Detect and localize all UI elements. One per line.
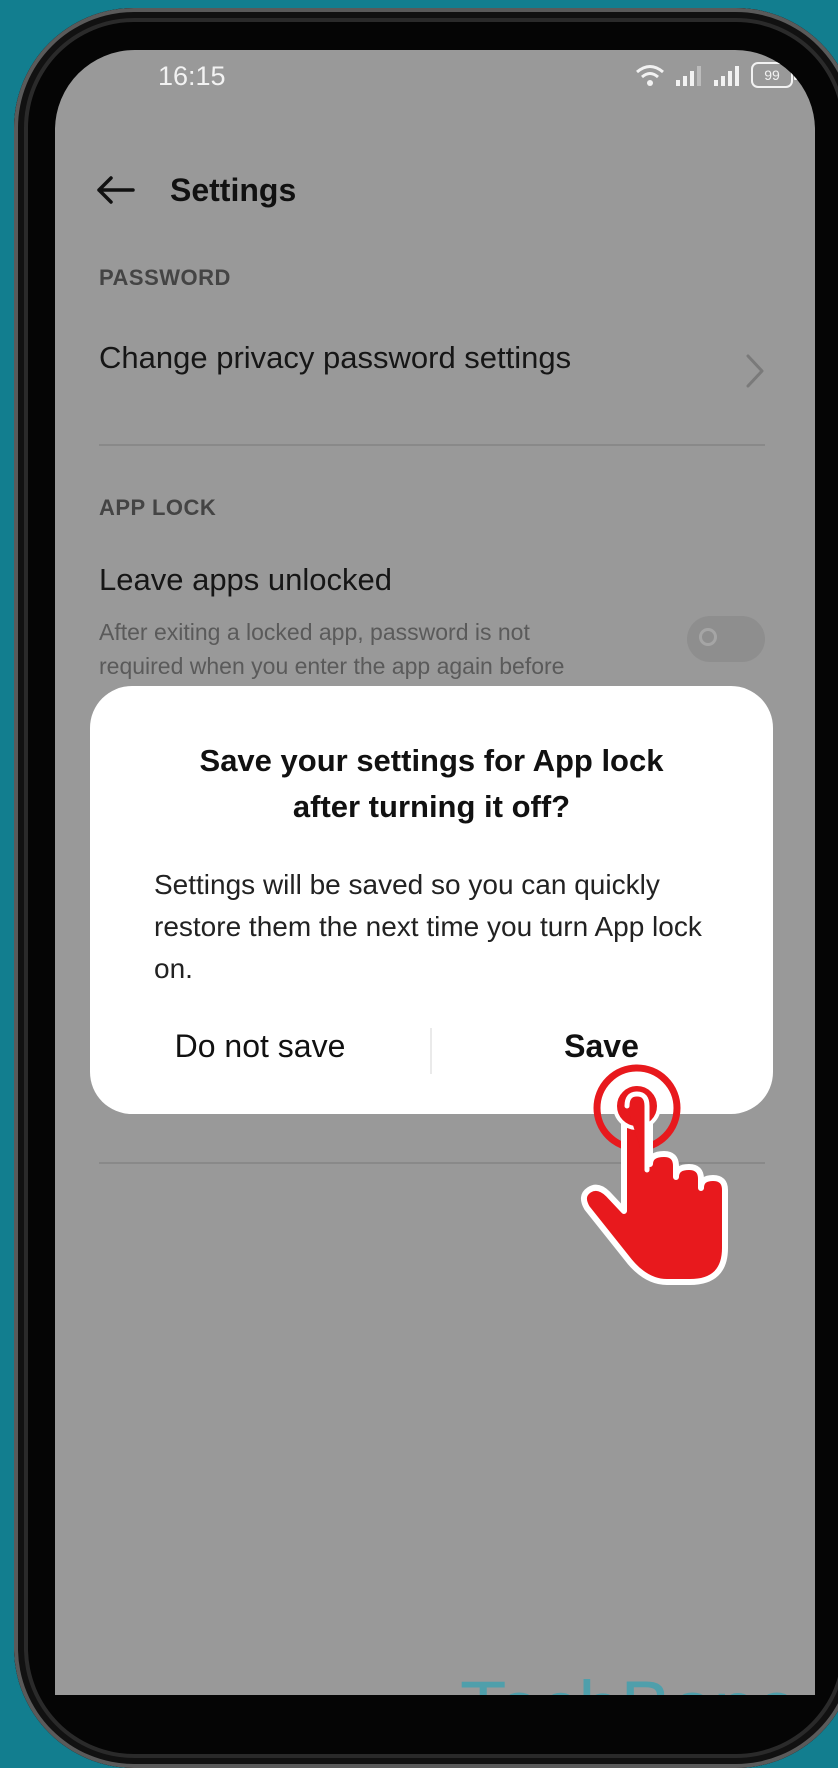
save-settings-dialog: Save your settings for App lock after tu… bbox=[90, 686, 773, 1114]
divider bbox=[99, 444, 765, 446]
do-not-save-button[interactable]: Do not save bbox=[90, 1018, 430, 1074]
status-icons: 99 bbox=[635, 62, 797, 88]
tap-hand-icon bbox=[581, 1064, 728, 1285]
section-label-password: PASSWORD bbox=[99, 265, 231, 290]
battery-icon: 99 bbox=[751, 62, 797, 88]
dialog-title-line1: Save your settings for App lock bbox=[199, 743, 664, 778]
chevron-right-icon bbox=[746, 354, 764, 388]
toggle-knob bbox=[699, 628, 717, 646]
dialog-message: Settings will be saved so you can quickl… bbox=[154, 869, 702, 984]
leave-apps-unlocked-description: After exiting a locked app, password is … bbox=[99, 619, 565, 679]
page-title: Settings bbox=[170, 171, 297, 208]
dialog-title-line2: after turning it off? bbox=[292, 789, 571, 824]
back-arrow-icon[interactable] bbox=[95, 170, 145, 210]
change-privacy-password-item[interactable]: Change privacy password settings bbox=[99, 340, 571, 376]
dialog-title: Save your settings for App lock after tu… bbox=[90, 738, 773, 830]
signal-icon bbox=[676, 66, 701, 86]
status-time: 16:15 bbox=[158, 61, 226, 91]
signal-icon-2 bbox=[714, 66, 739, 86]
section-label-app-lock: APP LOCK bbox=[99, 495, 217, 520]
header: Settings bbox=[95, 160, 296, 220]
wifi-icon bbox=[636, 65, 664, 86]
leave-apps-unlocked-toggle[interactable] bbox=[687, 616, 765, 662]
status-bar: 16:15 99 bbox=[55, 50, 815, 140]
leave-apps-unlocked-title: Leave apps unlocked bbox=[99, 562, 393, 597]
techbone-watermark: TechBone bbox=[460, 1665, 798, 1695]
